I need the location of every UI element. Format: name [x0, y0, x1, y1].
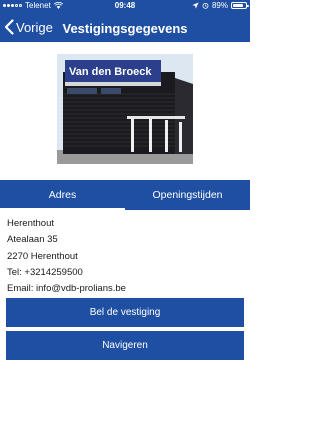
email-address: Email: info@vdb-prolians.be [7, 283, 126, 295]
street-address: Atealaan 35 [7, 234, 58, 246]
postal-city: 2270 Herenthout [7, 250, 78, 262]
phone-number: Tel: +3214259500 [7, 266, 83, 278]
tab-bar: Adres Openingstijden [0, 180, 250, 210]
branch-name: Herenthout [7, 218, 55, 229]
call-branch-button[interactable]: Bel de vestiging [6, 298, 244, 327]
branch-photo: Van den Broeck [57, 54, 193, 164]
battery-icon [231, 2, 249, 9]
alarm-clock-icon [202, 2, 209, 9]
sign-text: Van den Broeck [69, 66, 152, 78]
nav-bar: Vorige Vestigingsgegevens [0, 14, 250, 42]
battery-percent: 89% [211, 1, 228, 10]
page-title: Vestigingsgegevens [62, 21, 188, 36]
header: Telenet 09:48 89% Vorige Vestigingsgegev… [0, 0, 250, 42]
tab-adres[interactable]: Adres [0, 180, 125, 210]
location-arrow-icon [192, 2, 199, 9]
address-block: Herenthout Atealaan 35 2270 Herenthout T… [7, 216, 126, 297]
status-bar: Telenet 09:48 89% [0, 0, 250, 12]
tab-openingstijden[interactable]: Openingstijden [125, 180, 250, 210]
navigate-button[interactable]: Navigeren [6, 331, 244, 360]
